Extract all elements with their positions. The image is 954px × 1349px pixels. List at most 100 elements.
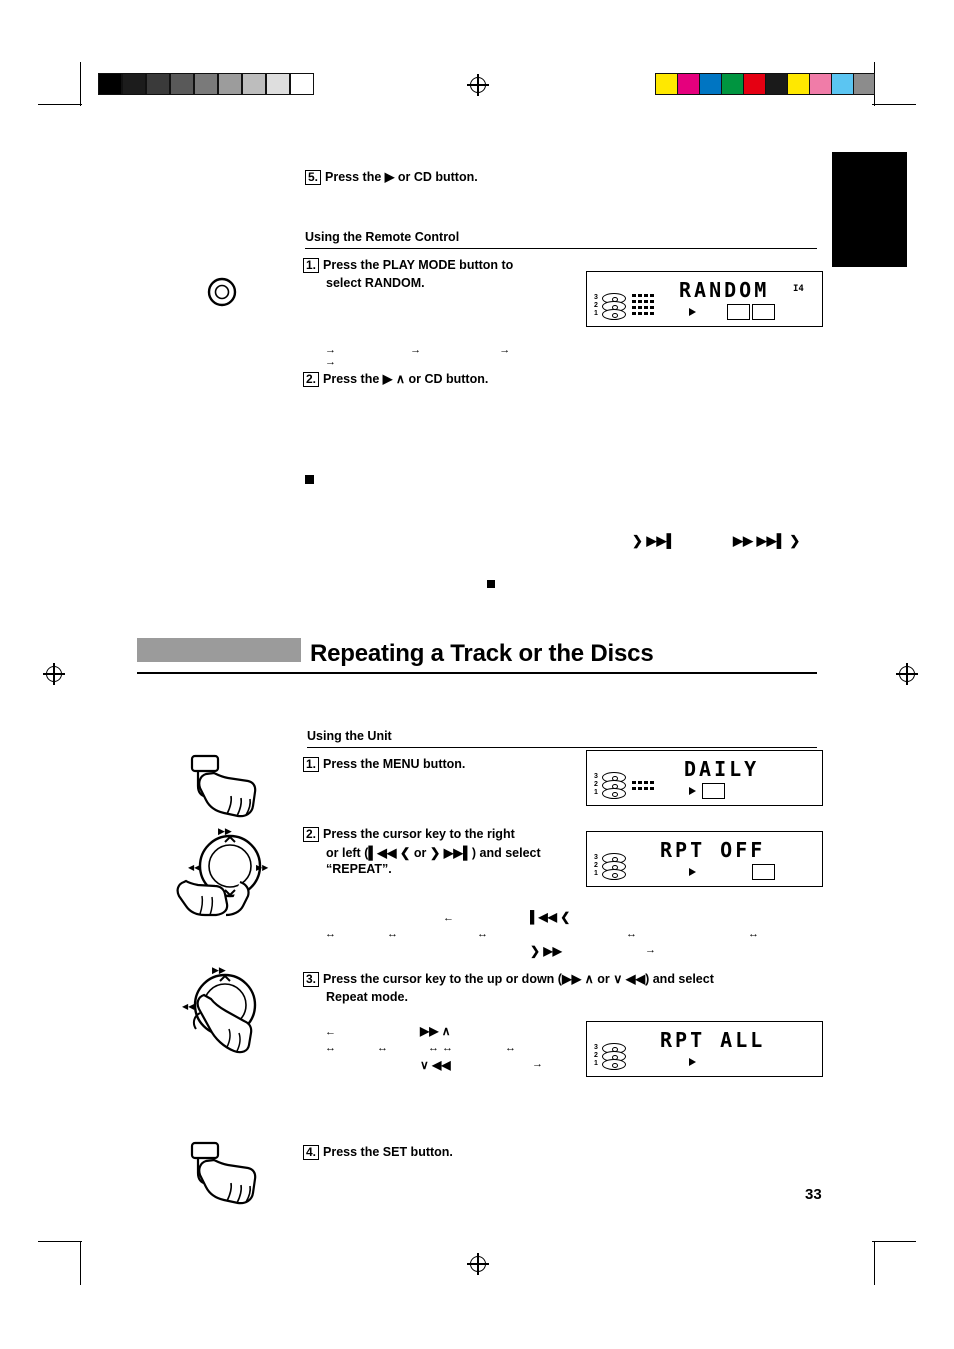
mode-box-right bbox=[752, 864, 775, 880]
svg-text:◀◀: ◀◀ bbox=[182, 1002, 195, 1011]
bullet-square-left bbox=[305, 475, 314, 484]
cursor-symbol-left: ❯ ▶▶▌ bbox=[632, 533, 676, 548]
crop-mark-top-left-h bbox=[38, 104, 82, 106]
display-random-disc-1: 1 bbox=[594, 310, 598, 317]
display-daily-text: DAILY bbox=[684, 757, 760, 781]
section-title-bar bbox=[137, 638, 301, 662]
registration-mark-left bbox=[43, 663, 65, 685]
registration-mark-bottom bbox=[467, 1253, 489, 1275]
arrow-b-r1-1: ← bbox=[325, 1026, 336, 1038]
svg-text:▶▶: ▶▶ bbox=[218, 827, 232, 837]
display-panel-random: RANDOM I4 3 2 1 bbox=[586, 271, 823, 327]
display-daily-disc-2: 2 bbox=[594, 781, 598, 788]
hand-cursor-dial-icon-left-right: ▶▶ ◀◀ ▶▶ ◀◀ bbox=[170, 826, 290, 918]
arrow-a-r2-4: ↔ bbox=[626, 928, 637, 940]
color-bar bbox=[655, 73, 875, 95]
grayscale-bar bbox=[98, 73, 314, 95]
remote-step-1-line2: select RANDOM. bbox=[326, 276, 425, 290]
play-indicator-icon bbox=[689, 868, 696, 876]
disc-icon-1 bbox=[602, 1059, 626, 1070]
mode-box-right bbox=[752, 304, 775, 320]
unit-step-4-number: 4. bbox=[303, 1145, 320, 1160]
display-rpt-off-text: RPT OFF bbox=[660, 838, 766, 862]
disc-icon-1 bbox=[602, 788, 626, 799]
registration-mark-top bbox=[467, 74, 489, 96]
display-rpt-off-disc-2: 2 bbox=[594, 862, 598, 869]
display-rpt-all-disc-2: 2 bbox=[594, 1052, 598, 1059]
crop-mark-bottom-left-v bbox=[80, 1241, 82, 1285]
remote-arrow-2: → bbox=[410, 344, 422, 356]
step-5-number: 5. bbox=[305, 170, 322, 185]
cursor-symbol-right: ▶▶ ▶▶▌ ❯ bbox=[733, 533, 801, 548]
unit-step-3-line2: Repeat mode. bbox=[326, 990, 408, 1004]
arrow-a-r2-2: ↔ bbox=[387, 928, 398, 940]
display-daily-disc-1: 1 bbox=[594, 789, 598, 796]
arrow-b-r3-1: ∨ ◀◀ bbox=[420, 1058, 451, 1072]
display-panel-rpt-off: RPT OFF 3 2 1 bbox=[586, 831, 823, 887]
page-number: 33 bbox=[805, 1186, 822, 1203]
play-indicator-icon bbox=[689, 308, 696, 316]
registration-mark-right bbox=[896, 663, 918, 685]
unit-step-2-number: 2. bbox=[303, 827, 320, 842]
remote-arrow-row: → → → → bbox=[325, 344, 585, 368]
display-rpt-off-disc-1: 1 bbox=[594, 870, 598, 877]
display-random-text: RANDOM bbox=[679, 278, 770, 302]
heading-using-remote-control: Using the Remote Control bbox=[305, 230, 460, 244]
unit-step-3-number: 3. bbox=[303, 972, 320, 987]
arrow-b-r2-4: ↔ bbox=[505, 1042, 516, 1054]
remote-step-1-line1: Press the PLAY MODE button to bbox=[323, 258, 514, 272]
arrow-a-r2-5: ↔ bbox=[748, 928, 759, 940]
hand-pressing-button-icon-1 bbox=[184, 752, 268, 820]
play-indicator-icon bbox=[689, 787, 696, 795]
arrow-a-r3-2: → bbox=[645, 944, 656, 956]
arrow-diagram-up-down: ← ▶▶ ∧ ↔ ↔ ↔ ↔ ↔ ∨ ◀◀ → bbox=[325, 1024, 585, 1074]
svg-text:▶▶: ▶▶ bbox=[212, 966, 226, 976]
hand-pressing-button-icon-2 bbox=[184, 1139, 268, 1207]
arrow-diagram-left-right: ← ▌◀◀ ❮ ↔ ↔ ↔ ↔ ↔ ❯ ▶▶ → bbox=[325, 910, 805, 960]
section-title-underline bbox=[137, 672, 817, 674]
track-indicator-grid bbox=[632, 294, 658, 318]
display-random-disc-2: 2 bbox=[594, 302, 598, 309]
heading-using-the-unit: Using the Unit bbox=[307, 729, 392, 743]
arrow-b-r2-1: ↔ bbox=[325, 1042, 336, 1054]
crop-mark-bottom-right-v bbox=[874, 1241, 876, 1285]
remote-step-1-number: 1. bbox=[303, 258, 320, 273]
disc-icon-1 bbox=[602, 309, 626, 320]
step-5-top: 5. Press the ▶ or CD button. bbox=[305, 168, 478, 186]
display-panel-rpt-all: RPT ALL 3 2 1 bbox=[586, 1021, 823, 1077]
remote-step-1: 1. Press the PLAY MODE button to select R… bbox=[303, 256, 573, 290]
bullet-square-mid bbox=[487, 580, 495, 588]
display-random-disc-3: 3 bbox=[594, 294, 598, 301]
unit-step-2-line3: “REPEAT”. bbox=[326, 862, 392, 876]
arrow-b-r3-2: → bbox=[532, 1058, 543, 1070]
unit-step-1: 1. Press the MENU button. bbox=[303, 755, 465, 773]
arrow-a-r3-1: ❯ ▶▶ bbox=[530, 944, 562, 958]
remote-step-2: 2. Press the ▶ ∧ or CD button. bbox=[303, 370, 488, 388]
unit-step-4: 4. Press the SET button. bbox=[303, 1143, 453, 1161]
crop-mark-bottom-right-h bbox=[872, 1241, 916, 1243]
mode-box-left bbox=[702, 783, 725, 799]
section-title: Repeating a Track or the Discs bbox=[310, 640, 654, 667]
display-daily-disc-3: 3 bbox=[594, 773, 598, 780]
mode-box-left bbox=[727, 304, 750, 320]
heading-underline-unit bbox=[307, 747, 817, 749]
arrow-a-r1-1: ← bbox=[443, 912, 454, 924]
unit-step-3-line1: Press the cursor key to the up or down (… bbox=[323, 972, 714, 986]
unit-step-1-text: Press the MENU button. bbox=[323, 757, 466, 771]
unit-step-3: 3. Press the cursor key to the up or down… bbox=[303, 970, 823, 1004]
step-5-text: Press the ▶ or CD button. bbox=[325, 170, 478, 184]
arrow-a-r2-1: ↔ bbox=[325, 928, 336, 940]
unit-step-2: 2. Press the cursor key to the right or l… bbox=[303, 825, 578, 876]
svg-text:▶▶: ▶▶ bbox=[256, 863, 269, 872]
arrow-a-r2-3: ↔ bbox=[477, 928, 488, 940]
remote-button-icon bbox=[207, 277, 237, 307]
display-rpt-off-disc-3: 3 bbox=[594, 854, 598, 861]
crop-mark-top-left-v bbox=[80, 62, 82, 106]
unit-step-1-number: 1. bbox=[303, 757, 320, 772]
remote-step-2-number: 2. bbox=[303, 372, 320, 387]
svg-text:◀◀: ◀◀ bbox=[188, 863, 201, 872]
crop-mark-bottom-left-h bbox=[38, 1241, 82, 1243]
display-rpt-all-disc-1: 1 bbox=[594, 1060, 598, 1067]
arrow-b-r1-2: ▶▶ ∧ bbox=[420, 1024, 451, 1038]
display-random-badge: I4 bbox=[793, 284, 804, 294]
